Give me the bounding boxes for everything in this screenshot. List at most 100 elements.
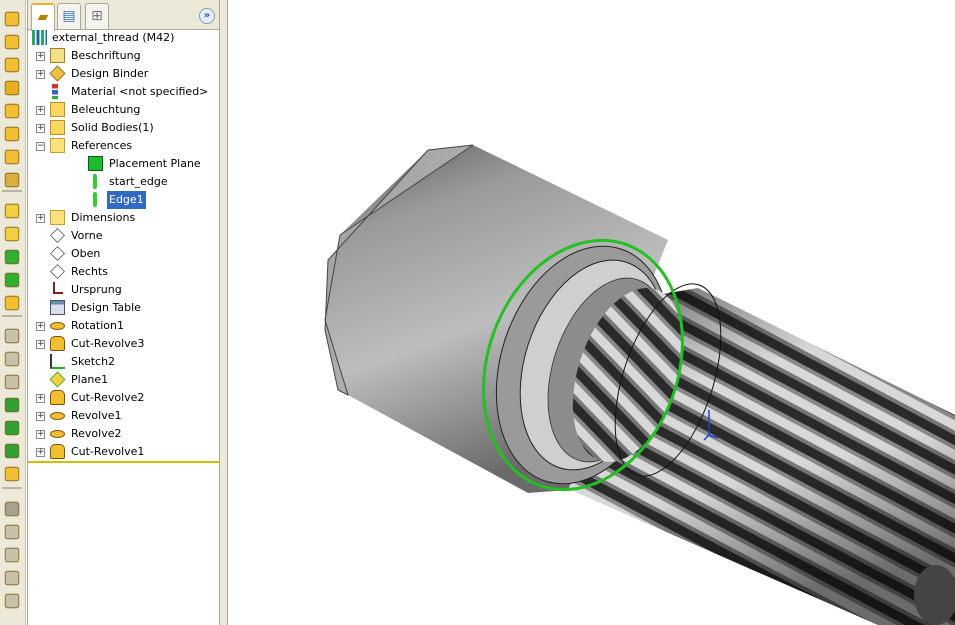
tree-item-cut-revolve2[interactable]: + Cut-Revolve2 [28,389,218,407]
panel-splitter[interactable] [220,0,228,625]
tree-item-revolve2[interactable]: + Revolve2 [28,425,218,443]
material-icon [52,84,58,99]
feature-tool-icon[interactable] [4,34,20,50]
feature-tool-icon[interactable] [4,443,20,459]
expand-icon[interactable]: + [36,52,45,61]
tree-item-references[interactable]: − References [28,137,218,155]
revolve-icon [50,412,65,420]
feature-tool-icon[interactable] [4,570,20,586]
expand-icon[interactable]: + [36,394,45,403]
tree-item-plane1[interactable]: Plane1 [28,371,218,389]
feature-tool-icon[interactable] [4,57,20,73]
tree-item-design-table[interactable]: Design Table [28,299,218,317]
feature-tool-icon[interactable] [4,172,20,188]
part-model [324,144,955,625]
feature-tool-icon[interactable] [4,126,20,142]
tree-item-label: References [71,139,133,152]
annotations-icon [50,48,65,63]
part-icon [32,30,47,45]
solid-bodies-icon [50,120,65,135]
expand-icon[interactable]: + [36,448,45,457]
tree-item-label: Cut-Revolve1 [71,445,145,458]
tree-item-oben[interactable]: Oben [28,245,218,263]
tree-item-cut-revolve3[interactable]: + Cut-Revolve3 [28,335,218,353]
origin-icon [53,282,63,294]
feature-tool-icon[interactable] [4,593,20,609]
propertymanager-tab[interactable]: ▤ [57,3,81,29]
expand-icon[interactable]: + [36,106,45,115]
feature-tool-icon[interactable] [4,249,20,265]
expand-icon[interactable]: + [36,340,45,349]
plane-feature-icon [49,371,66,388]
expand-icon[interactable]: + [36,124,45,133]
edge-icon [93,192,97,207]
tree-item-sketch2[interactable]: Sketch2 [28,353,218,371]
cut-revolve-icon [50,390,65,405]
tree-item-label: Dimensions [71,211,136,224]
expand-icon[interactable]: + [36,214,45,223]
expand-icon[interactable]: + [36,412,45,421]
expand-icon[interactable]: + [36,322,45,331]
tree-item-material-not-specified[interactable]: Material <not specified> [28,83,218,101]
tree-item-cut-revolve1[interactable]: + Cut-Revolve1 [28,443,218,461]
tree-item-vorne[interactable]: Vorne [28,227,218,245]
tree-item-label: Ursprung [71,283,122,296]
feature-tool-icon[interactable] [4,351,20,367]
graphics-viewport[interactable] [228,0,955,625]
rollback-bar[interactable] [28,461,219,463]
panel-tabs: ▰ ▤ ⊞ » [28,0,219,31]
tree-item-label: Placement Plane [109,157,201,170]
tree-item-label: Beleuchtung [71,103,141,116]
collapse-icon[interactable]: − [36,142,45,151]
tree-item-dimensions[interactable]: + Dimensions [28,209,218,227]
feature-tool-icon[interactable] [4,420,20,436]
feature-tool-icon[interactable] [4,295,20,311]
feature-tool-icon[interactable] [4,524,20,540]
tree-item-start-edge[interactable]: start_edge [28,173,218,191]
expand-icon[interactable]: + [36,430,45,439]
tree-item-label: Plane1 [71,373,109,386]
featuremanager-tab[interactable]: ▰ [31,3,55,31]
toolbar-separator [2,487,22,489]
tree-item-design-binder[interactable]: + Design Binder [28,65,218,83]
feature-tool-icon[interactable] [4,11,20,27]
feature-tool-icon[interactable] [4,397,20,413]
tree-item-label: Revolve2 [71,427,122,440]
feature-tool-icon[interactable] [4,466,20,482]
edge-icon [93,174,97,189]
tree-item-label: Rotation1 [71,319,125,332]
tree-item-revolve1[interactable]: + Revolve1 [28,407,218,425]
tree-item-rechts[interactable]: Rechts [28,263,218,281]
propertymanager-icon: ▤ [62,8,76,24]
feature-tool-icon[interactable] [4,149,20,165]
feature-tool-icon[interactable] [4,103,20,119]
tree-item-edge1[interactable]: Edge1 [28,191,218,209]
tree-item-placement-plane[interactable]: Placement Plane [28,155,218,173]
tree-item-beschriftung[interactable]: + Beschriftung [28,47,218,65]
feature-tool-icon[interactable] [4,80,20,96]
feature-tool-icon[interactable] [4,272,20,288]
configurationmanager-icon: ⊞ [91,8,103,24]
tree-item-rotation1[interactable]: + Rotation1 [28,317,218,335]
cut-revolve-icon [50,336,65,351]
tree-item-beleuchtung[interactable]: + Beleuchtung [28,101,218,119]
feature-tool-icon[interactable] [4,374,20,390]
tree-item-label: Oben [71,247,101,260]
tree-item-solid-bodies-1[interactable]: + Solid Bodies(1) [28,119,218,137]
feature-tool-icon[interactable] [4,501,20,517]
tree-item-label: Vorne [71,229,103,242]
feature-tool-icon[interactable] [4,328,20,344]
tree-item-label: Cut-Revolve2 [71,391,145,404]
folder-icon [50,210,65,225]
configurationmanager-tab[interactable]: ⊞ [85,3,109,29]
feature-tool-icon[interactable] [4,547,20,563]
tree-item-ursprung[interactable]: Ursprung [28,281,218,299]
expand-icon[interactable]: + [36,70,45,79]
tree-item-label: Rechts [71,265,108,278]
expand-button[interactable]: » [199,8,215,24]
tree-item-label: Design Binder [71,67,149,80]
feature-tool-icon[interactable] [4,203,20,219]
design-binder-icon [49,65,66,82]
plane-icon [50,264,65,279]
feature-tool-icon[interactable] [4,226,20,242]
